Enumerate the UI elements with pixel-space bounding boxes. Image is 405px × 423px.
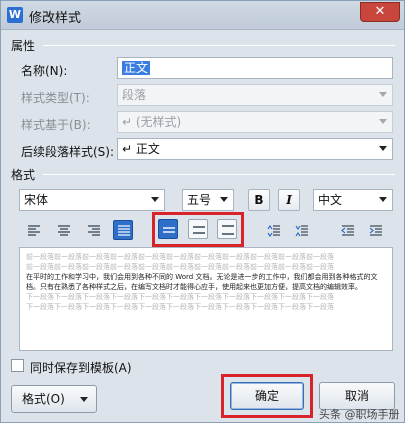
watermark-text: 头条 @职场手册: [319, 408, 400, 421]
font-select[interactable]: 宋体: [19, 189, 165, 211]
attributes-section-label: 属性: [11, 39, 36, 53]
ok-button[interactable]: 确定: [230, 382, 304, 410]
chevron-down-icon: [379, 119, 387, 124]
preview-sample-text: 在平时的工作和学习中，我们会用到各种不同的 Word 文档。无论是进一步的工作中…: [26, 273, 378, 291]
increase-spacing-before-button[interactable]: [263, 220, 283, 240]
format-menu-button[interactable]: 格式(O): [11, 385, 97, 413]
name-field[interactable]: 正文: [117, 57, 393, 79]
preview-prev-line: 前一段落前一段落前一段落前一段落前一段落前一段落前一段落前一段落前一段落前一段落…: [26, 253, 334, 261]
align-right-button[interactable]: [83, 220, 103, 240]
preview-next-line: 下一段落下一段落下一段落下一段落下一段落下一段落下一段落下一段落下一段落下一段落…: [26, 293, 334, 301]
justify-button[interactable]: [113, 220, 133, 240]
align-right-icon: [88, 225, 100, 236]
modify-style-dialog: W 修改样式 ✕ 属性 名称(N): 正文 样式类型(T): 段落 样式基于(B…: [0, 0, 405, 423]
based-on-value: ↵ (无样式): [122, 115, 182, 129]
language-select[interactable]: 中文: [313, 189, 393, 211]
style-type-label: 样式类型(T):: [21, 91, 90, 105]
chevron-down-icon: [379, 197, 387, 202]
increase-indent-button[interactable]: [365, 220, 385, 240]
save-to-template-checkbox[interactable]: [11, 359, 24, 372]
outdent-icon: [341, 225, 354, 236]
double-spacing-button[interactable]: [217, 219, 237, 239]
preview-next-line: 下一段落下一段落下一段落下一段落下一段落下一段落下一段落下一段落下一段落下一段落…: [26, 303, 334, 311]
font-value: 宋体: [24, 193, 49, 207]
wps-writer-icon: W: [7, 7, 23, 23]
align-center-icon: [58, 225, 70, 236]
chevron-down-icon: [151, 197, 159, 202]
bold-button[interactable]: B: [248, 189, 270, 211]
style-type-select: 段落: [117, 84, 393, 106]
style-type-value: 段落: [122, 88, 147, 102]
next-style-value: ↵ 正文: [122, 142, 160, 156]
single-spacing-icon: [163, 227, 175, 233]
indent-icon: [369, 225, 382, 236]
dialog-title: 修改样式: [29, 11, 82, 26]
italic-button[interactable]: I: [278, 189, 300, 211]
name-label: 名称(N):: [21, 64, 68, 78]
spacing-after-icon: [295, 225, 308, 237]
attributes-divider: [43, 45, 395, 46]
format-divider: [43, 174, 395, 175]
font-size-select[interactable]: 五号: [182, 189, 234, 211]
preview-prev-line: 前一段落前一段落前一段落前一段落前一段落前一段落前一段落前一段落前一段落前一段落…: [26, 263, 334, 271]
single-spacing-button[interactable]: [158, 219, 178, 239]
decrease-indent-button[interactable]: [337, 220, 357, 240]
next-style-label: 后续段落样式(S):: [21, 145, 115, 159]
decrease-spacing-before-button[interactable]: [291, 220, 311, 240]
align-center-button[interactable]: [53, 220, 73, 240]
one-half-spacing-icon: [193, 226, 205, 234]
save-to-template-label: 同时保存到模板(A): [30, 361, 132, 375]
based-on-select: ↵ (无样式): [117, 111, 393, 133]
title-bar: W 修改样式 ✕: [1, 1, 404, 30]
name-value: 正文: [122, 61, 151, 75]
justify-icon: [118, 225, 130, 236]
style-preview: 前一段落前一段落前一段落前一段落前一段落前一段落前一段落前一段落前一段落前一段落…: [19, 247, 393, 351]
chevron-down-icon: [80, 397, 88, 402]
align-left-button[interactable]: [23, 220, 43, 240]
double-spacing-icon: [222, 225, 234, 235]
language-value: 中文: [318, 193, 343, 207]
align-left-icon: [28, 225, 40, 236]
next-style-select[interactable]: ↵ 正文: [117, 138, 393, 160]
font-size-value: 五号: [187, 193, 212, 207]
based-on-label: 样式基于(B):: [21, 118, 91, 132]
close-button[interactable]: ✕: [360, 2, 400, 22]
format-section-label: 格式: [11, 168, 36, 182]
one-half-spacing-button[interactable]: [188, 219, 208, 239]
spacing-before-icon: [267, 225, 280, 237]
chevron-down-icon: [220, 197, 228, 202]
chevron-down-icon: [379, 92, 387, 97]
chevron-down-icon: [379, 146, 387, 151]
format-menu-label: 格式(O): [22, 392, 65, 406]
